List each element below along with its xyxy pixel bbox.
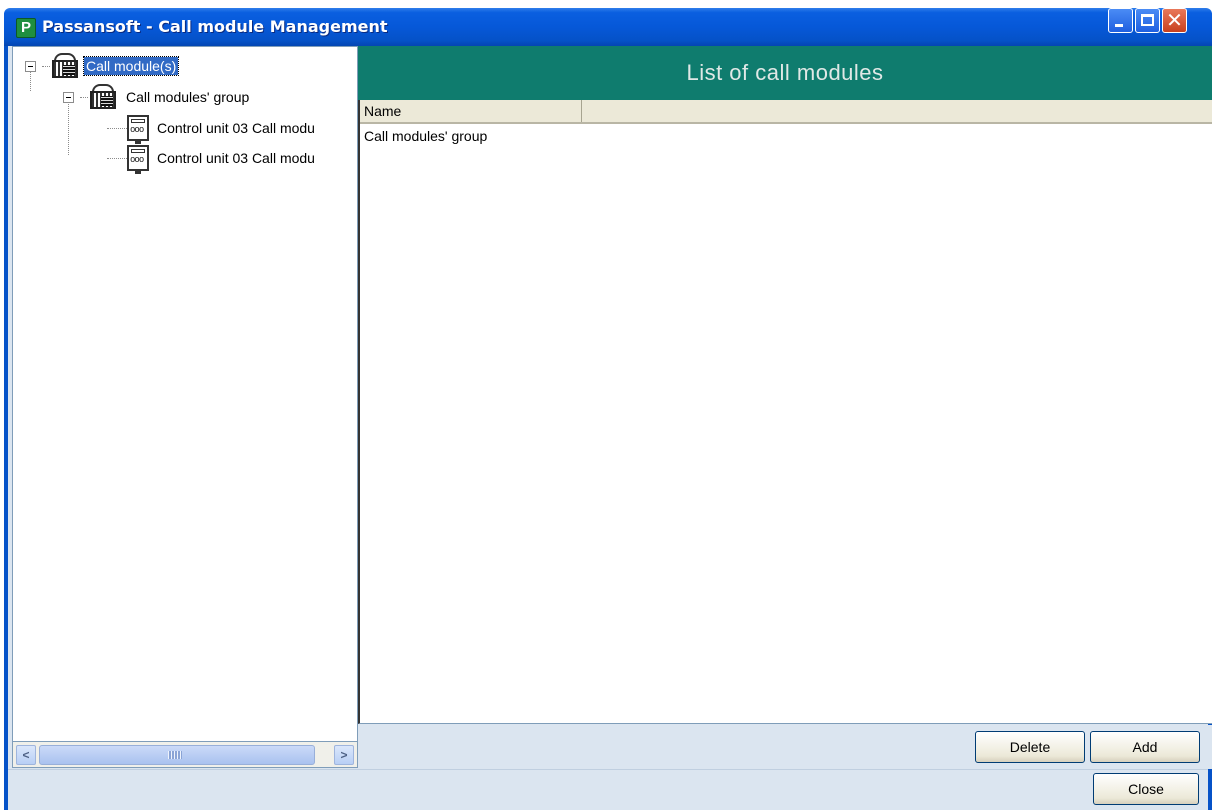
tree-horizontal-scrollbar[interactable]: < > <box>12 742 358 768</box>
app-icon: P <box>16 18 36 38</box>
tree-item-call-modules-group[interactable]: Call modules' group <box>63 84 249 110</box>
close-icon: ✕ <box>1166 8 1183 32</box>
list-column-header: Name <box>360 100 1212 124</box>
window-title: Passansoft - Call module Management <box>42 17 388 36</box>
tree-item-label: Control unit 03 Call modu <box>157 120 315 136</box>
building-icon <box>50 53 80 79</box>
building-icon <box>88 84 118 110</box>
minimize-button[interactable] <box>1108 8 1133 33</box>
scroll-thumb[interactable] <box>39 745 315 765</box>
close-window-button[interactable]: ✕ <box>1162 8 1187 33</box>
title-bar[interactable]: P Passansoft - Call module Management <box>4 8 1212 46</box>
minimize-icon <box>1115 24 1123 27</box>
call-modules-list[interactable]: Name Call modules' group <box>358 100 1212 724</box>
tree-connector <box>80 96 88 98</box>
scroll-right-button[interactable]: > <box>334 745 354 765</box>
bottom-bar <box>8 769 1208 810</box>
list-header-banner: List of call modules <box>358 46 1212 100</box>
column-header-name[interactable]: Name <box>360 100 582 122</box>
tree-item-control-unit[interactable]: ooo Control unit 03 Call modu <box>107 145 315 174</box>
tree-item-call-modules[interactable]: Call module(s) <box>25 53 180 79</box>
collapse-icon[interactable] <box>63 91 74 103</box>
maximize-icon <box>1141 14 1154 26</box>
add-button[interactable]: Add <box>1090 731 1200 763</box>
call-module-unit-icon: ooo <box>127 145 149 174</box>
delete-button[interactable]: Delete <box>975 731 1085 763</box>
tree-connector <box>42 65 50 67</box>
tree-item-control-unit[interactable]: ooo Control unit 03 Call modu <box>107 115 315 144</box>
tree-item-label: Call module(s) <box>82 56 180 76</box>
list-item[interactable]: Call modules' group <box>364 128 487 144</box>
tree-connector <box>107 157 127 159</box>
grip-icon <box>168 751 182 759</box>
maximize-button[interactable] <box>1135 8 1160 33</box>
tree-panel[interactable]: Call module(s) Call modules' group ooo C… <box>12 46 358 742</box>
close-button[interactable]: Close <box>1093 773 1199 805</box>
tree-connector <box>107 127 127 129</box>
tree-item-label: Control unit 03 Call modu <box>157 150 315 166</box>
tree-item-label: Call modules' group <box>126 89 250 105</box>
scroll-left-button[interactable]: < <box>16 745 36 765</box>
collapse-icon[interactable] <box>25 60 36 72</box>
call-module-unit-icon: ooo <box>127 115 149 144</box>
